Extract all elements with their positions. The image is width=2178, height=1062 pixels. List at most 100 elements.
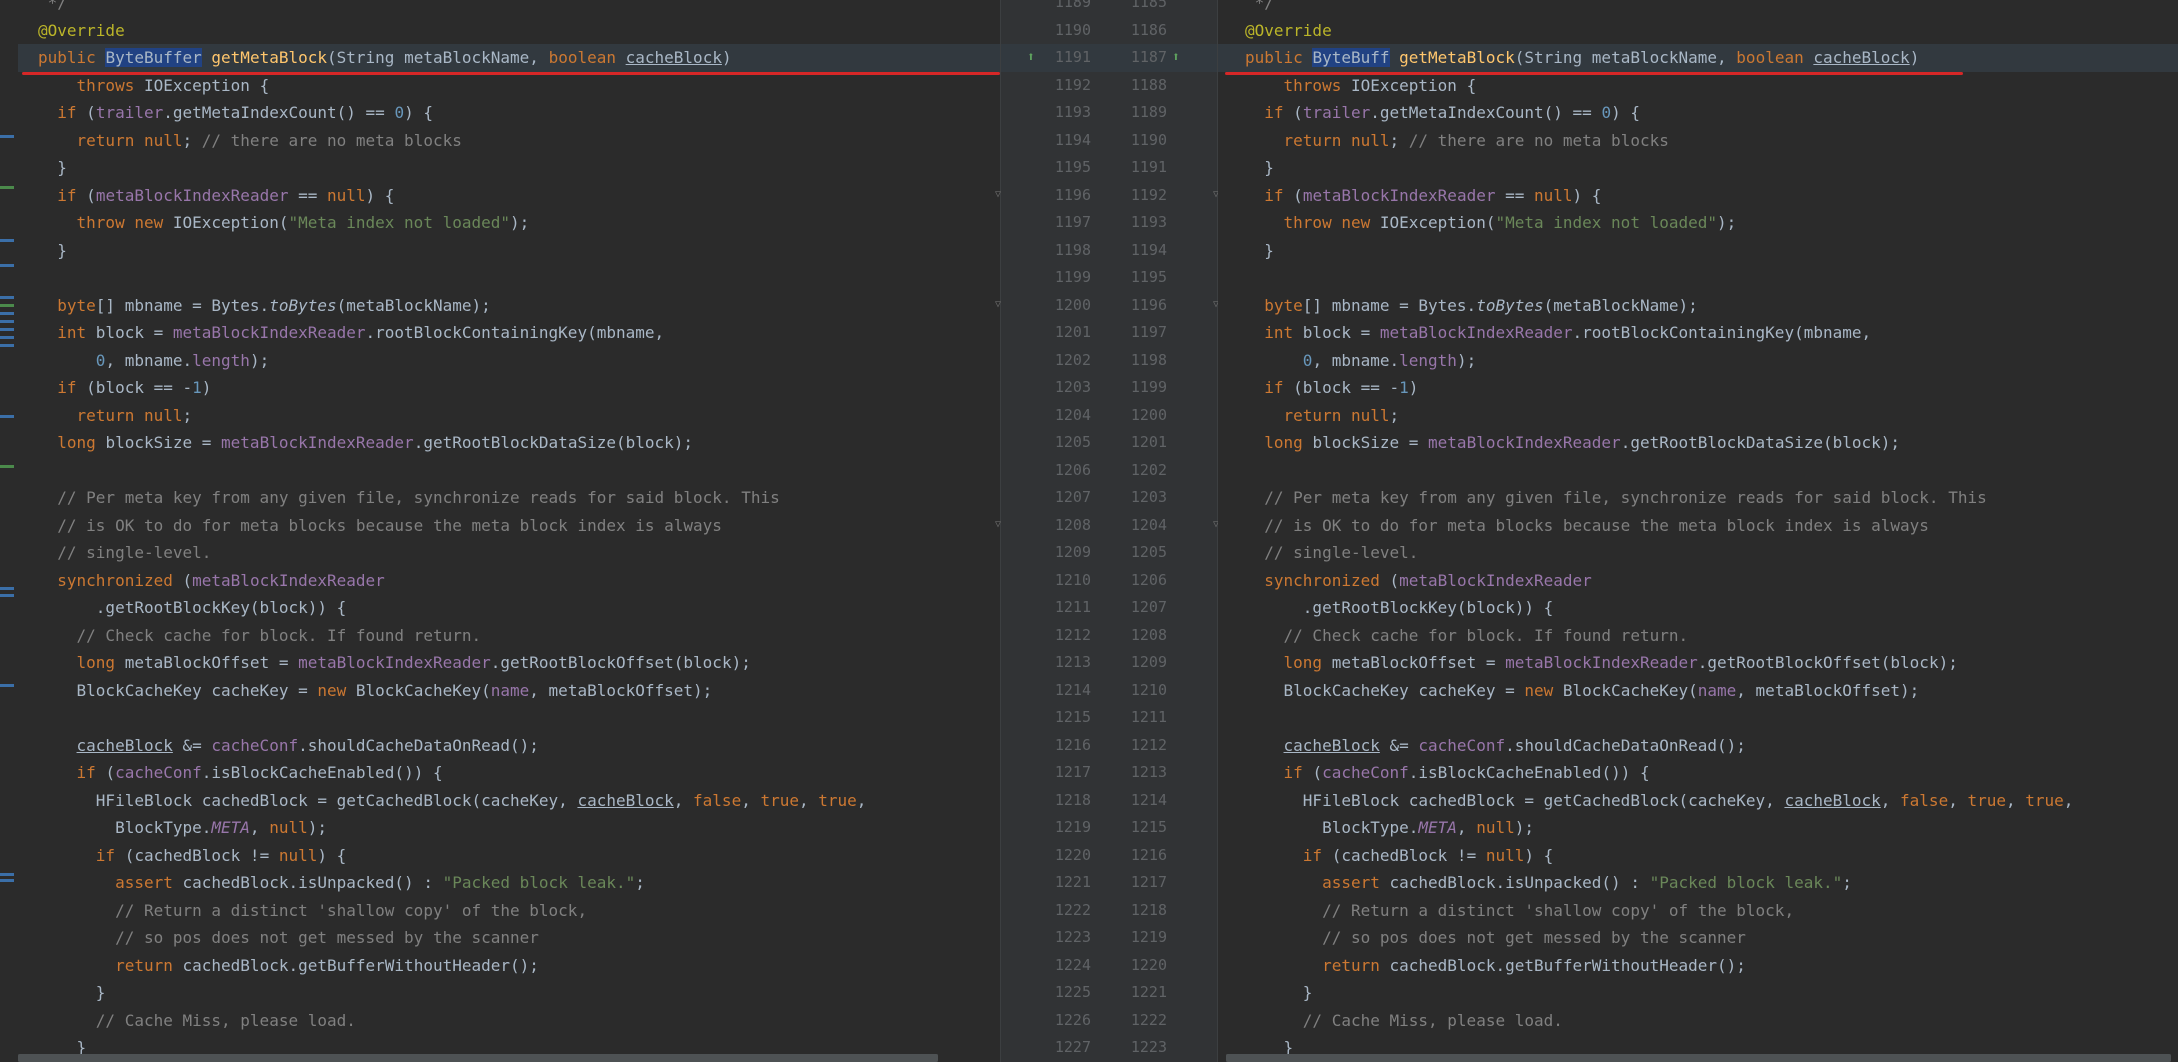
- code-line[interactable]: long metaBlockOffset = metaBlockIndexRea…: [1245, 649, 1958, 677]
- code-line[interactable]: throw new IOException("Meta index not lo…: [38, 209, 530, 237]
- code-line[interactable]: BlockCacheKey cacheKey = new BlockCacheK…: [1245, 677, 1920, 705]
- code-line[interactable]: int block = metaBlockIndexReader.rootBlo…: [1245, 319, 1871, 347]
- left-line-number: 1220: [1054, 845, 1091, 864]
- code-line[interactable]: // is OK to do for meta blocks because t…: [1245, 512, 1929, 540]
- code-line[interactable]: assert cachedBlock.isUnpacked() : "Packe…: [38, 869, 645, 897]
- change-marker: [0, 296, 14, 299]
- change-marker: [0, 320, 14, 323]
- code-line[interactable]: cacheBlock &= cacheConf.shouldCacheDataO…: [38, 732, 539, 760]
- code-line[interactable]: long blockSize = metaBlockIndexReader.ge…: [38, 429, 693, 457]
- right-line-number: 1187: [1130, 48, 1167, 66]
- code-token: null: [1534, 185, 1573, 205]
- code-line[interactable]: if (cachedBlock != null) {: [38, 842, 346, 870]
- code-line[interactable]: }: [38, 979, 106, 1007]
- code-line[interactable]: public ByteBuff getMetaBlock(String meta…: [1245, 44, 1919, 72]
- code-line[interactable]: return null; // there are no meta blocks: [1245, 127, 1669, 155]
- code-line[interactable]: long blockSize = metaBlockIndexReader.ge…: [1245, 429, 1900, 457]
- code-line[interactable]: // Cache Miss, please load.: [1245, 1007, 1563, 1035]
- code-line[interactable]: 0, mbname.length);: [38, 347, 269, 375]
- code-token: long: [76, 653, 125, 672]
- code-line[interactable]: synchronized (metaBlockIndexReader: [38, 567, 385, 595]
- code-line[interactable]: // single-level.: [38, 539, 211, 567]
- code-line[interactable]: }: [1245, 979, 1313, 1007]
- code-line[interactable]: HFileBlock cachedBlock = getCachedBlock(…: [38, 787, 867, 815]
- code-line[interactable]: @Override: [1245, 17, 1332, 45]
- code-line[interactable]: return null;: [1245, 402, 1400, 430]
- right-scrollbar-thumb[interactable]: [1226, 1054, 2171, 1062]
- code-line[interactable]: throws IOException {: [1245, 72, 1477, 100]
- code-line[interactable]: }: [38, 154, 67, 182]
- code-line[interactable]: @Override: [38, 17, 125, 45]
- code-line[interactable]: throws IOException {: [38, 72, 270, 100]
- code-token: (: [1293, 185, 1303, 205]
- code-line[interactable]: if (block == -1): [1245, 374, 1418, 402]
- code-line[interactable]: BlockCacheKey cacheKey = new BlockCacheK…: [38, 677, 713, 705]
- code-line[interactable]: if (trailer.getMetaIndexCount() == 0) {: [38, 99, 433, 127]
- code-line[interactable]: }: [1245, 154, 1274, 182]
- code-line[interactable]: return null; // there are no meta blocks: [38, 127, 462, 155]
- code-line[interactable]: // so pos does not get messed by the sca…: [38, 924, 539, 952]
- code-line[interactable]: int block = metaBlockIndexReader.rootBlo…: [38, 319, 664, 347]
- code-line[interactable]: // Check cache for block. If found retur…: [1245, 622, 1689, 650]
- code-line[interactable]: // Per meta key from any given file, syn…: [38, 484, 779, 512]
- left-scrollbar-thumb[interactable]: [18, 1054, 938, 1062]
- code-line[interactable]: if (metaBlockIndexReader == null) {: [1245, 182, 1601, 210]
- code-token: null: [1476, 818, 1515, 837]
- override-arrow-up-icon[interactable]: ⬆: [1172, 50, 1190, 66]
- code-line[interactable]: if (cacheConf.isBlockCacheEnabled()) {: [1245, 759, 1650, 787]
- change-marker: [0, 135, 14, 138]
- fold-marker-icon[interactable]: ▽: [995, 520, 1005, 530]
- left-horizontal-scrollbar[interactable]: [18, 1054, 938, 1062]
- code-line[interactable]: */: [1245, 0, 1274, 17]
- code-line[interactable]: assert cachedBlock.isUnpacked() : "Packe…: [1245, 869, 1852, 897]
- code-line[interactable]: .getRootBlockKey(block)) {: [1245, 594, 1553, 622]
- code-line[interactable]: synchronized (metaBlockIndexReader: [1245, 567, 1592, 595]
- code-line[interactable]: BlockType.META, null);: [1245, 814, 1534, 842]
- code-line[interactable]: if (metaBlockIndexReader == null) {: [38, 182, 394, 210]
- code-line[interactable]: throw new IOException("Meta index not lo…: [1245, 209, 1737, 237]
- right-line-number: 1185: [1130, 0, 1167, 11]
- right-line-number: 1189: [1130, 103, 1167, 121]
- code-line[interactable]: public ByteBuffer getMetaBlock(String me…: [38, 44, 732, 72]
- code-line[interactable]: // is OK to do for meta blocks because t…: [38, 512, 722, 540]
- code-line[interactable]: return null;: [38, 402, 193, 430]
- code-line[interactable]: byte[] mbname = Bytes.toBytes(metaBlockN…: [38, 292, 490, 320]
- code-line[interactable]: if (cachedBlock != null) {: [1245, 842, 1553, 870]
- override-arrow-up-icon[interactable]: ⬆: [1027, 50, 1045, 66]
- code-line[interactable]: // single-level.: [1245, 539, 1418, 567]
- change-marker: [0, 186, 14, 189]
- code-line[interactable]: }: [38, 237, 67, 265]
- code-token: (String metaBlockName,: [327, 48, 549, 67]
- fold-marker-icon[interactable]: ▽: [995, 300, 1005, 310]
- code-line[interactable]: long metaBlockOffset = metaBlockIndexRea…: [38, 649, 751, 677]
- code-line[interactable]: cacheBlock &= cacheConf.shouldCacheDataO…: [1245, 732, 1746, 760]
- code-line[interactable]: // Return a distinct 'shallow copy' of t…: [38, 897, 587, 925]
- code-line[interactable]: // Cache Miss, please load.: [38, 1007, 356, 1035]
- left-line-number: 1205: [1054, 433, 1091, 451]
- code-line[interactable]: .getRootBlockKey(block)) {: [38, 594, 346, 622]
- code-line[interactable]: */: [38, 0, 67, 17]
- code-line[interactable]: return cachedBlock.getBufferWithoutHeade…: [1245, 952, 1746, 980]
- change-marker: [0, 328, 14, 331]
- code-line[interactable]: // Return a distinct 'shallow copy' of t…: [1245, 897, 1794, 925]
- code-token: null: [327, 185, 366, 205]
- code-line[interactable]: }: [1245, 237, 1274, 265]
- left-editor-pane[interactable]: */ @Override public ByteBuffer getMetaBloc…: [0, 0, 1000, 1062]
- fold-marker-icon[interactable]: ▽: [995, 190, 1005, 200]
- code-line[interactable]: HFileBlock cachedBlock = getCachedBlock(…: [1245, 787, 2074, 815]
- right-editor-pane[interactable]: */@Override public ByteBuff getMetaBlock(…: [1218, 0, 2178, 1062]
- code-line[interactable]: // Check cache for block. If found retur…: [38, 622, 482, 650]
- code-token: "Meta index not loaded": [288, 213, 511, 232]
- code-line[interactable]: 0, mbname.length);: [1245, 347, 1476, 375]
- code-line[interactable]: if (cacheConf.isBlockCacheEnabled()) {: [38, 759, 443, 787]
- code-line[interactable]: // so pos does not get messed by the sca…: [1245, 924, 1746, 952]
- code-line[interactable]: // Per meta key from any given file, syn…: [1245, 484, 1986, 512]
- right-horizontal-scrollbar[interactable]: [1226, 1054, 2171, 1062]
- code-line[interactable]: BlockType.META, null);: [38, 814, 327, 842]
- code-line[interactable]: if (block == -1): [38, 374, 211, 402]
- code-line[interactable]: byte[] mbname = Bytes.toBytes(metaBlockN…: [1245, 292, 1697, 320]
- right-line-number: 1218: [1130, 900, 1167, 919]
- code-line[interactable]: if (trailer.getMetaIndexCount() == 0) {: [1245, 99, 1640, 127]
- code-line[interactable]: return cachedBlock.getBufferWithoutHeade…: [38, 952, 539, 980]
